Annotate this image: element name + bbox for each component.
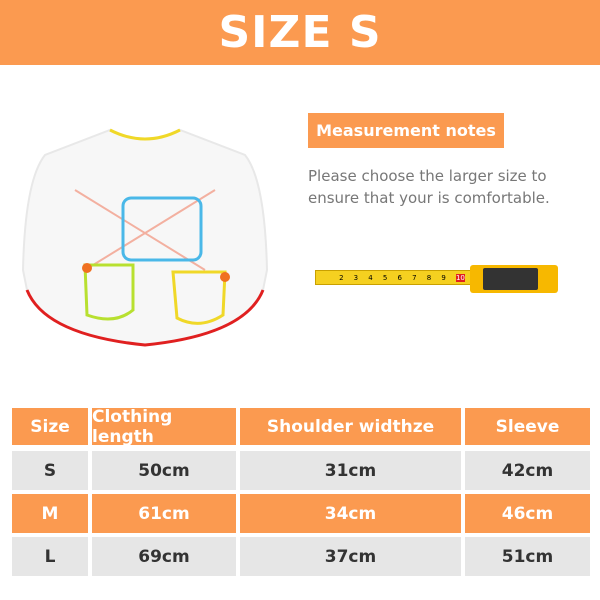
row-m-shoulder: 34cm (240, 494, 461, 533)
header-sleeve: Sleeve (465, 408, 590, 445)
row-s-length: 50cm (92, 451, 236, 490)
header-shoulder-width: Shoulder widthze (240, 408, 461, 445)
row-s-sleeve: 42cm (465, 451, 590, 490)
header-clothing-length: Clothing length (92, 407, 236, 447)
row-m-sleeve: 46cm (465, 494, 590, 533)
title: SIZE S (218, 7, 382, 58)
header-size: Size (12, 408, 88, 445)
row-m-size: M (12, 494, 88, 533)
tape-number: 2 (339, 273, 344, 282)
row-m-length: 61cm (92, 494, 236, 533)
row-l-sleeve: 51cm (465, 537, 590, 576)
row-s-size: S (12, 451, 88, 490)
row-l-size: L (12, 537, 88, 576)
tape-measure-image: 234567891011 (315, 258, 560, 308)
row-l-shoulder: 37cm (240, 537, 461, 576)
title-banner: SIZE S (0, 0, 600, 65)
row-l-length: 69cm (92, 537, 236, 576)
row-s-shoulder: 31cm (240, 451, 461, 490)
measurement-notes-text: Please choose the larger size to ensure … (308, 167, 550, 207)
apron-image (21, 128, 269, 347)
tape-number: 8 (426, 273, 432, 282)
tape-number: 4 (368, 273, 373, 282)
tape-number: 9 (441, 273, 446, 282)
measurement-notes-label: Measurement notes (308, 113, 504, 148)
tape-number: 10 (455, 273, 465, 282)
tape-number: 6 (397, 273, 402, 282)
tape-number: 3 (353, 273, 359, 282)
tape-number: 7 (412, 273, 417, 282)
tape-number: 5 (382, 273, 388, 282)
